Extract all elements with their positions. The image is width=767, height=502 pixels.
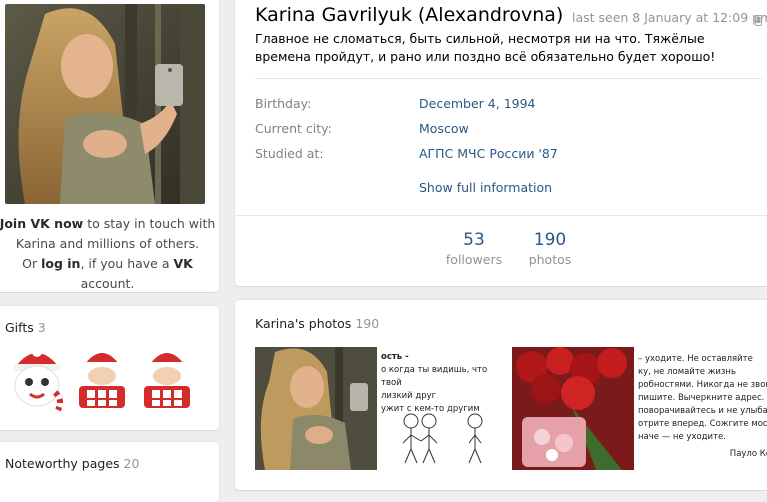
birthday-link[interactable]: December 4, 1994 <box>419 96 536 111</box>
photos-title[interactable]: Karina's photos 190 <box>255 316 379 331</box>
profile-status-text: Главное не сломаться, быть сильной, несм… <box>255 31 716 64</box>
join-prompt: Join VK now to stay in touch with Karina… <box>0 216 216 291</box>
last-seen-status: last seen 8 January at 12:09 pm <box>572 10 767 25</box>
gift-icon[interactable] <box>8 346 66 412</box>
city-link[interactable]: Moscow <box>419 121 469 136</box>
divider <box>255 78 763 79</box>
photo-thumbnail[interactable] <box>255 347 377 470</box>
gift-icon[interactable] <box>138 346 196 412</box>
divider <box>235 215 767 216</box>
join-vk-link[interactable]: Join VK now <box>0 216 83 231</box>
gifts-card: Gifts 3 <box>0 306 219 430</box>
followers-count: 53 <box>463 230 485 250</box>
photos-counter[interactable]: 190 photos <box>523 230 577 267</box>
mobile-phone-icon <box>755 11 762 26</box>
city-label: Current city: <box>255 121 332 136</box>
avatar-card: Join VK now to stay in touch with Karina… <box>0 0 219 292</box>
followers-counter[interactable]: 53 followers <box>441 230 507 267</box>
profile-photo[interactable] <box>5 4 205 204</box>
education-link[interactable]: АГПС МЧС России '87 <box>419 146 558 161</box>
gifts-title[interactable]: Gifts 3 <box>5 320 46 335</box>
photo-thumbnail[interactable] <box>512 347 634 470</box>
noteworthy-pages-title[interactable]: Noteworthy pages 20 <box>5 456 139 471</box>
birthday-label: Birthday: <box>255 96 312 111</box>
profile-name: Karina Gavrilyuk (Alexandrovna) <box>255 4 564 26</box>
gift-icon[interactable] <box>73 346 131 412</box>
profile-info-card: Karina Gavrilyuk (Alexandrovna) last see… <box>235 0 767 286</box>
photo-thumbnail[interactable]: – уходите. Не оставляйте ку, не ломайте … <box>636 347 767 470</box>
noteworthy-pages-card: Noteworthy pages 20 <box>0 442 219 502</box>
photos-count: 190 <box>533 230 567 250</box>
login-link[interactable]: log in <box>41 256 80 271</box>
photos-card: Karina's photos 190 ость - о когда ты вид… <box>235 300 767 490</box>
show-full-information-link[interactable]: Show full information <box>419 180 552 195</box>
followers-label: followers <box>445 252 503 267</box>
education-label: Studied at: <box>255 146 324 161</box>
photos-label: photos <box>528 252 572 267</box>
photo-thumbnail[interactable]: ость - о когда ты видишь, что твой лизки… <box>379 347 509 470</box>
